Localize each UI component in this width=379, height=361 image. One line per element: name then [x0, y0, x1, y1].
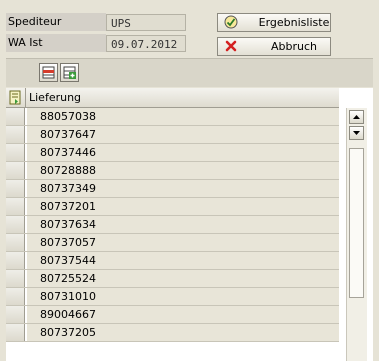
table-row[interactable]: 80737634 — [6, 216, 339, 234]
scroll-thumb[interactable] — [349, 148, 364, 298]
table-header: Lieferung — [6, 88, 339, 108]
main-panel: Spediteur UPS WA Ist 09.07.2012 Ergebnis… — [0, 0, 379, 361]
arrow-down-icon — [353, 131, 360, 135]
row-selector[interactable] — [6, 252, 25, 269]
table-row[interactable]: 80725524 — [6, 270, 339, 288]
table-row[interactable]: 89004667 — [6, 306, 339, 324]
lieferung-cell[interactable]: 80728888 — [26, 162, 339, 179]
table-row[interactable]: 80737201 — [6, 198, 339, 216]
lieferung-cell[interactable]: 80737634 — [26, 216, 339, 233]
vertical-scrollbar[interactable] — [346, 108, 367, 361]
select-all-button[interactable] — [6, 88, 26, 107]
lieferung-cell[interactable]: 80737205 — [26, 324, 339, 341]
row-selector[interactable] — [6, 162, 25, 179]
ergebnisliste-button[interactable]: Ergebnisliste — [217, 13, 331, 32]
scroll-up-button[interactable] — [349, 110, 364, 124]
row-selector[interactable] — [6, 270, 25, 287]
table-row[interactable]: 80737349 — [6, 180, 339, 198]
lieferung-cell[interactable]: 80737201 — [26, 198, 339, 215]
select-all-icon — [9, 90, 21, 105]
insert-row-button[interactable] — [60, 63, 79, 82]
column-header-lieferung[interactable]: Lieferung — [29, 88, 81, 107]
row-selector[interactable] — [6, 324, 25, 341]
table-row[interactable]: 80737544 — [6, 252, 339, 270]
lieferung-cell[interactable]: 80731010 — [26, 288, 339, 305]
lieferung-cell[interactable]: 80737544 — [26, 252, 339, 269]
lieferung-cell[interactable]: 80737057 — [26, 234, 339, 251]
abbruch-button[interactable]: Abbruch — [217, 37, 331, 56]
wa-ist-field[interactable]: 09.07.2012 — [106, 35, 186, 52]
insert-row-icon — [63, 66, 76, 79]
abbruch-label: Abbruch — [270, 40, 317, 53]
row-selector[interactable] — [6, 144, 25, 161]
row-selector[interactable] — [6, 216, 25, 233]
table-row[interactable]: 80737446 — [6, 144, 339, 162]
lieferung-table: Lieferung 88057038 80737647 80737446 807288… — [6, 88, 373, 361]
table-row[interactable]: 80728888 — [6, 162, 339, 180]
delete-row-button[interactable] — [39, 63, 58, 82]
lieferung-cell[interactable]: 80737446 — [26, 144, 339, 161]
row-selector[interactable] — [6, 180, 25, 197]
row-selector[interactable] — [6, 198, 25, 215]
wa-ist-label: WA Ist — [6, 34, 106, 52]
table-row[interactable]: 80737057 — [6, 234, 339, 252]
table-row[interactable]: 80731010 — [6, 288, 339, 306]
row-selector[interactable] — [6, 306, 25, 323]
row-selector[interactable] — [6, 288, 25, 305]
table-row[interactable]: 80737647 — [6, 126, 339, 144]
table-row[interactable]: 80737205 — [6, 324, 339, 342]
ergebnisliste-label: Ergebnisliste — [258, 16, 330, 29]
table-body: 88057038 80737647 80737446 80728888 80737349… — [6, 108, 339, 342]
row-selector[interactable] — [6, 234, 25, 251]
table-toolbar — [6, 58, 373, 87]
lieferung-cell[interactable]: 80725524 — [26, 270, 339, 287]
lieferung-cell[interactable]: 88057038 — [26, 108, 339, 125]
arrow-up-icon — [353, 115, 360, 119]
table-row[interactable]: 88057038 — [6, 108, 339, 126]
delete-row-icon — [42, 66, 55, 79]
lieferung-cell[interactable]: 89004667 — [26, 306, 339, 323]
spediteur-field[interactable]: UPS — [106, 14, 186, 31]
lieferung-cell[interactable]: 80737647 — [26, 126, 339, 143]
row-selector[interactable] — [6, 126, 25, 143]
scroll-down-button[interactable] — [349, 126, 364, 140]
spediteur-label: Spediteur — [6, 13, 106, 31]
row-selector[interactable] — [6, 108, 25, 125]
lieferung-cell[interactable]: 80737349 — [26, 180, 339, 197]
